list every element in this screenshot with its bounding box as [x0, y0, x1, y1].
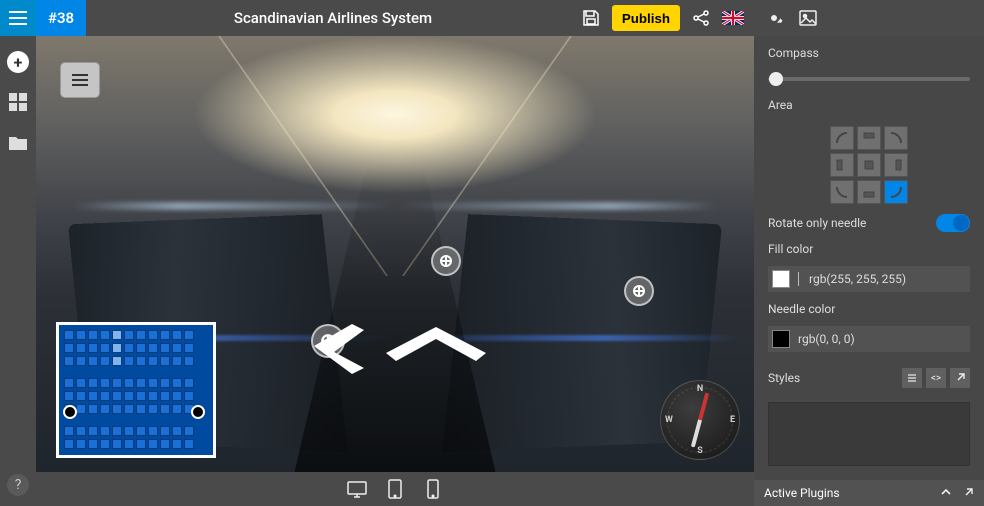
seat-map-marker-1[interactable]: [63, 405, 77, 419]
styles-code-button[interactable]: <>: [926, 368, 946, 388]
compass-slider[interactable]: [768, 70, 970, 88]
compass-section-label: Compass: [768, 46, 970, 60]
active-plugins-row[interactable]: Active Plugins: [754, 480, 984, 506]
fill-color-swatch[interactable]: [772, 270, 790, 288]
compass-e-label: E: [730, 415, 735, 425]
help-button[interactable]: ?: [7, 474, 29, 496]
hotspot-nav-2[interactable]: [311, 324, 345, 358]
device-bar: [36, 472, 754, 506]
active-plugins-label: Active Plugins: [764, 486, 840, 500]
area-mid-right[interactable]: [884, 153, 908, 177]
publish-button[interactable]: Publish: [612, 5, 680, 31]
compass-slider-thumb[interactable]: [769, 72, 783, 86]
styles-expand-button[interactable]: [950, 368, 970, 388]
rotate-needle-label: Rotate only needle: [768, 216, 866, 230]
right-panel-tabs: [754, 0, 984, 36]
project-title[interactable]: Scandinavian Airlines System: [86, 9, 580, 27]
device-phone-button[interactable]: [422, 478, 444, 500]
plugins-collapse-button[interactable]: [940, 487, 952, 499]
compass-w-label: W: [665, 415, 673, 425]
area-top-right[interactable]: [884, 126, 908, 150]
area-section-label: Area: [768, 98, 970, 112]
list-icon: [906, 372, 918, 384]
device-tablet-button[interactable]: [384, 478, 406, 500]
fill-color-input[interactable]: rgb(255, 255, 255): [768, 266, 970, 292]
add-button[interactable]: +: [4, 48, 32, 76]
save-button[interactable]: [580, 5, 602, 31]
styles-label: Styles: [768, 371, 800, 385]
layouts-button[interactable]: [4, 88, 32, 116]
topbar: #38 Scandinavian Airlines System Publish: [36, 0, 754, 36]
area-mid-left[interactable]: [830, 153, 854, 177]
styles-list-button[interactable]: [902, 368, 922, 388]
chevron-up-icon: [940, 487, 952, 497]
compass-widget[interactable]: N S E W: [660, 380, 740, 460]
uk-flag-icon: [722, 11, 744, 25]
compass-n-label: N: [697, 384, 703, 394]
device-desktop-button[interactable]: [346, 478, 368, 500]
plus-icon: +: [7, 51, 29, 73]
area-position-grid: [830, 126, 908, 204]
right-panel: Compass Area Rotate only needle: [754, 0, 984, 506]
fill-color-label: Fill color: [768, 242, 970, 256]
share-button[interactable]: [690, 5, 712, 31]
panorama-viewport[interactable]: N S E W: [36, 36, 754, 472]
tab-image[interactable]: [798, 8, 818, 28]
expand-icon: [954, 372, 966, 384]
needle-color-input[interactable]: rgb(0, 0, 0): [768, 326, 970, 352]
area-mid-center[interactable]: [857, 153, 881, 177]
expand-icon: [962, 487, 974, 499]
needle-color-swatch[interactable]: [772, 330, 790, 348]
rotate-needle-toggle[interactable]: [936, 214, 970, 232]
area-bottom-center[interactable]: [857, 180, 881, 204]
area-top-center[interactable]: [857, 126, 881, 150]
seat-map-overlay[interactable]: [56, 322, 216, 458]
project-id-badge: #38: [36, 0, 86, 36]
image-icon: [799, 10, 817, 26]
folder-button[interactable]: [4, 128, 32, 156]
left-rail: + ?: [0, 0, 36, 506]
area-bottom-left[interactable]: [830, 180, 854, 204]
seat-map-marker-2[interactable]: [191, 405, 205, 419]
styles-editor[interactable]: [768, 402, 970, 466]
area-bottom-right[interactable]: [884, 180, 908, 204]
main-menu-button[interactable]: [0, 0, 36, 36]
plugins-expand-button[interactable]: [962, 487, 974, 499]
area-top-left[interactable]: [830, 126, 854, 150]
hotspot-nav-3[interactable]: [624, 276, 654, 306]
compass-s-label: S: [697, 446, 703, 456]
needle-color-text: rgb(0, 0, 0): [798, 332, 966, 346]
tab-settings[interactable]: [764, 8, 784, 28]
save-icon: [582, 9, 600, 27]
needle-color-label: Needle color: [768, 302, 970, 316]
share-icon: [692, 9, 710, 27]
fill-color-text: rgb(255, 255, 255): [809, 272, 966, 286]
language-flag-button[interactable]: [722, 11, 744, 25]
gear-icon: [765, 9, 783, 27]
hotspot-nav-1[interactable]: [431, 246, 461, 276]
viewport-menu-button[interactable]: [60, 62, 100, 98]
